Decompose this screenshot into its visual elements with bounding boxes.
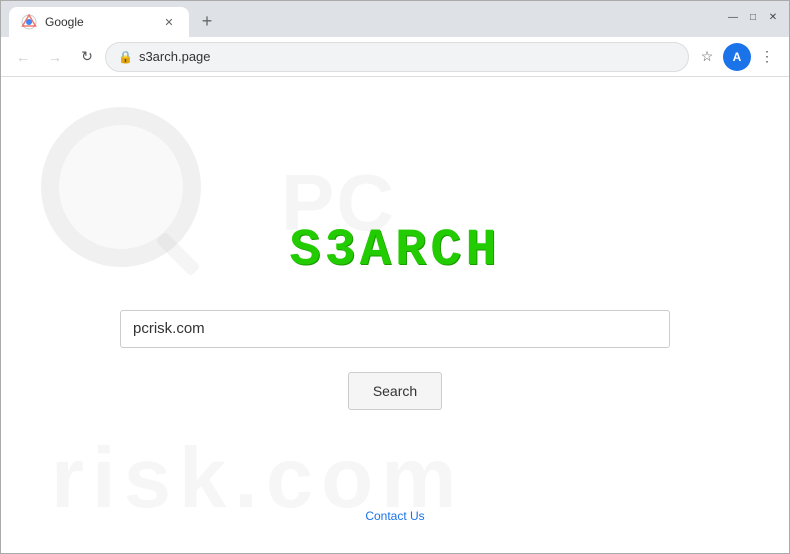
forward-icon: → <box>48 49 62 65</box>
tab-favicon-icon <box>21 14 37 30</box>
browser-content: PC risk.com S3ARCH Search Contact Us <box>1 77 789 553</box>
site-logo: S3ARCH <box>289 221 500 280</box>
back-icon: ← <box>16 49 30 65</box>
star-icon: ☆ <box>701 48 714 65</box>
new-tab-button[interactable]: + <box>193 7 221 35</box>
back-button[interactable]: ← <box>9 43 37 71</box>
account-button[interactable]: A <box>723 43 751 71</box>
footer-links: Contact Us <box>1 509 789 523</box>
tab-strip: Google ✕ + <box>9 1 221 37</box>
active-tab[interactable]: Google ✕ <box>9 7 189 37</box>
bookmark-button[interactable]: ☆ <box>693 43 721 71</box>
lock-icon: 🔒 <box>118 50 133 64</box>
address-bar[interactable]: 🔒 s3arch.page <box>105 42 689 72</box>
close-button[interactable]: ✕ <box>765 9 781 25</box>
address-text: s3arch.page <box>139 49 676 64</box>
search-button[interactable]: Search <box>348 372 442 410</box>
navigation-bar: ← → ↻ 🔒 s3arch.page ☆ A ⋮ <box>1 37 789 77</box>
nav-right-controls: ☆ A ⋮ <box>693 43 781 71</box>
refresh-button[interactable]: ↻ <box>73 43 101 71</box>
forward-button[interactable]: → <box>41 43 69 71</box>
tab-close-button[interactable]: ✕ <box>161 14 177 30</box>
contact-us-link[interactable]: Contact Us <box>365 509 424 523</box>
search-input-container <box>120 310 670 348</box>
main-content: S3ARCH Search <box>1 201 789 430</box>
menu-icon: ⋮ <box>760 48 774 65</box>
maximize-button[interactable]: □ <box>745 9 761 25</box>
chrome-window: Google ✕ + — □ ✕ ← → ↻ 🔒 s3arch.page ☆ <box>0 0 790 554</box>
window-controls: — □ ✕ <box>725 9 781 25</box>
logo-container: S3ARCH <box>289 221 500 280</box>
account-icon: A <box>733 50 742 64</box>
search-input[interactable] <box>120 310 670 348</box>
title-bar: Google ✕ + — □ ✕ <box>1 1 789 37</box>
minimize-button[interactable]: — <box>725 9 741 25</box>
refresh-icon: ↻ <box>81 48 93 65</box>
chrome-menu-button[interactable]: ⋮ <box>753 43 781 71</box>
tab-title: Google <box>45 15 153 29</box>
